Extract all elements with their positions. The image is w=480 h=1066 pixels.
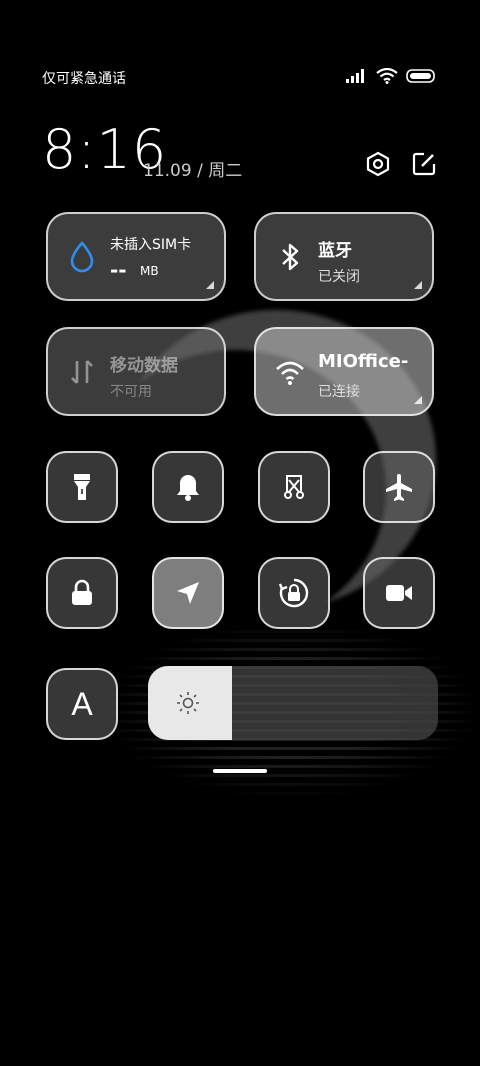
- wifi-title: MIOffice-: [318, 351, 409, 372]
- data-usage-unit: MB: [140, 264, 159, 278]
- battery-icon: [406, 69, 435, 83]
- lock-screen-toggle[interactable]: [46, 557, 118, 629]
- bluetooth-icon: [282, 243, 299, 271]
- mobile-data-title: 移动数据: [110, 356, 178, 376]
- date-text: 11.09 / 周二: [143, 161, 243, 181]
- mobile-data-tile[interactable]: 移动数据 不可用: [46, 327, 226, 416]
- settings-icon: [366, 151, 390, 177]
- bell-icon: [177, 475, 199, 501]
- edit-button[interactable]: [410, 150, 438, 178]
- airplane-mode-toggle[interactable]: [363, 451, 435, 523]
- screen-recorder-toggle[interactable]: [363, 557, 435, 629]
- wifi-tile[interactable]: MIOffice- 已连接: [254, 327, 434, 416]
- rotation-lock-toggle[interactable]: [258, 557, 330, 629]
- bluetooth-status: 已关闭: [318, 269, 360, 285]
- carrier-text: 仅可紧急通话: [42, 71, 126, 87]
- data-usage-value: --: [110, 258, 127, 282]
- expand-corner-icon: [414, 396, 422, 404]
- status-bar: 仅可紧急通话: [0, 62, 480, 92]
- water-drop-icon: [70, 241, 94, 273]
- settings-button[interactable]: [364, 150, 392, 178]
- panel-handle[interactable]: [213, 769, 267, 773]
- flashlight-icon: [74, 474, 90, 500]
- font-toggle-label: A: [71, 685, 93, 722]
- video-icon: [386, 585, 412, 601]
- lock-icon: [72, 579, 92, 605]
- wifi-icon: [276, 361, 304, 385]
- expand-corner-icon: [206, 281, 214, 289]
- brightness-slider[interactable]: [148, 666, 438, 740]
- screenshot-toggle[interactable]: [258, 451, 330, 523]
- mobile-data-status: 不可用: [110, 384, 152, 400]
- rotation-lock-icon: [278, 578, 309, 608]
- wifi-icon: [376, 68, 398, 84]
- bluetooth-title: 蓝牙: [318, 241, 352, 261]
- notifications-toggle[interactable]: [152, 451, 224, 523]
- expand-corner-icon: [414, 281, 422, 289]
- location-toggle[interactable]: [152, 557, 224, 629]
- data-usage-tile[interactable]: 未插入SIM卡 -- MB: [46, 212, 226, 301]
- signal-icon: [346, 69, 364, 83]
- wifi-status: 已连接: [318, 384, 360, 400]
- data-arrows-icon: [71, 360, 93, 384]
- edit-icon: [412, 152, 436, 176]
- font-size-toggle[interactable]: A: [46, 668, 118, 740]
- flashlight-toggle[interactable]: [46, 451, 118, 523]
- sun-icon: [177, 692, 199, 714]
- screenshot-icon: [284, 475, 304, 499]
- airplane-icon: [386, 474, 412, 501]
- bluetooth-tile[interactable]: 蓝牙 已关闭: [254, 212, 434, 301]
- data-usage-title: 未插入SIM卡: [110, 237, 192, 253]
- location-icon: [177, 582, 199, 604]
